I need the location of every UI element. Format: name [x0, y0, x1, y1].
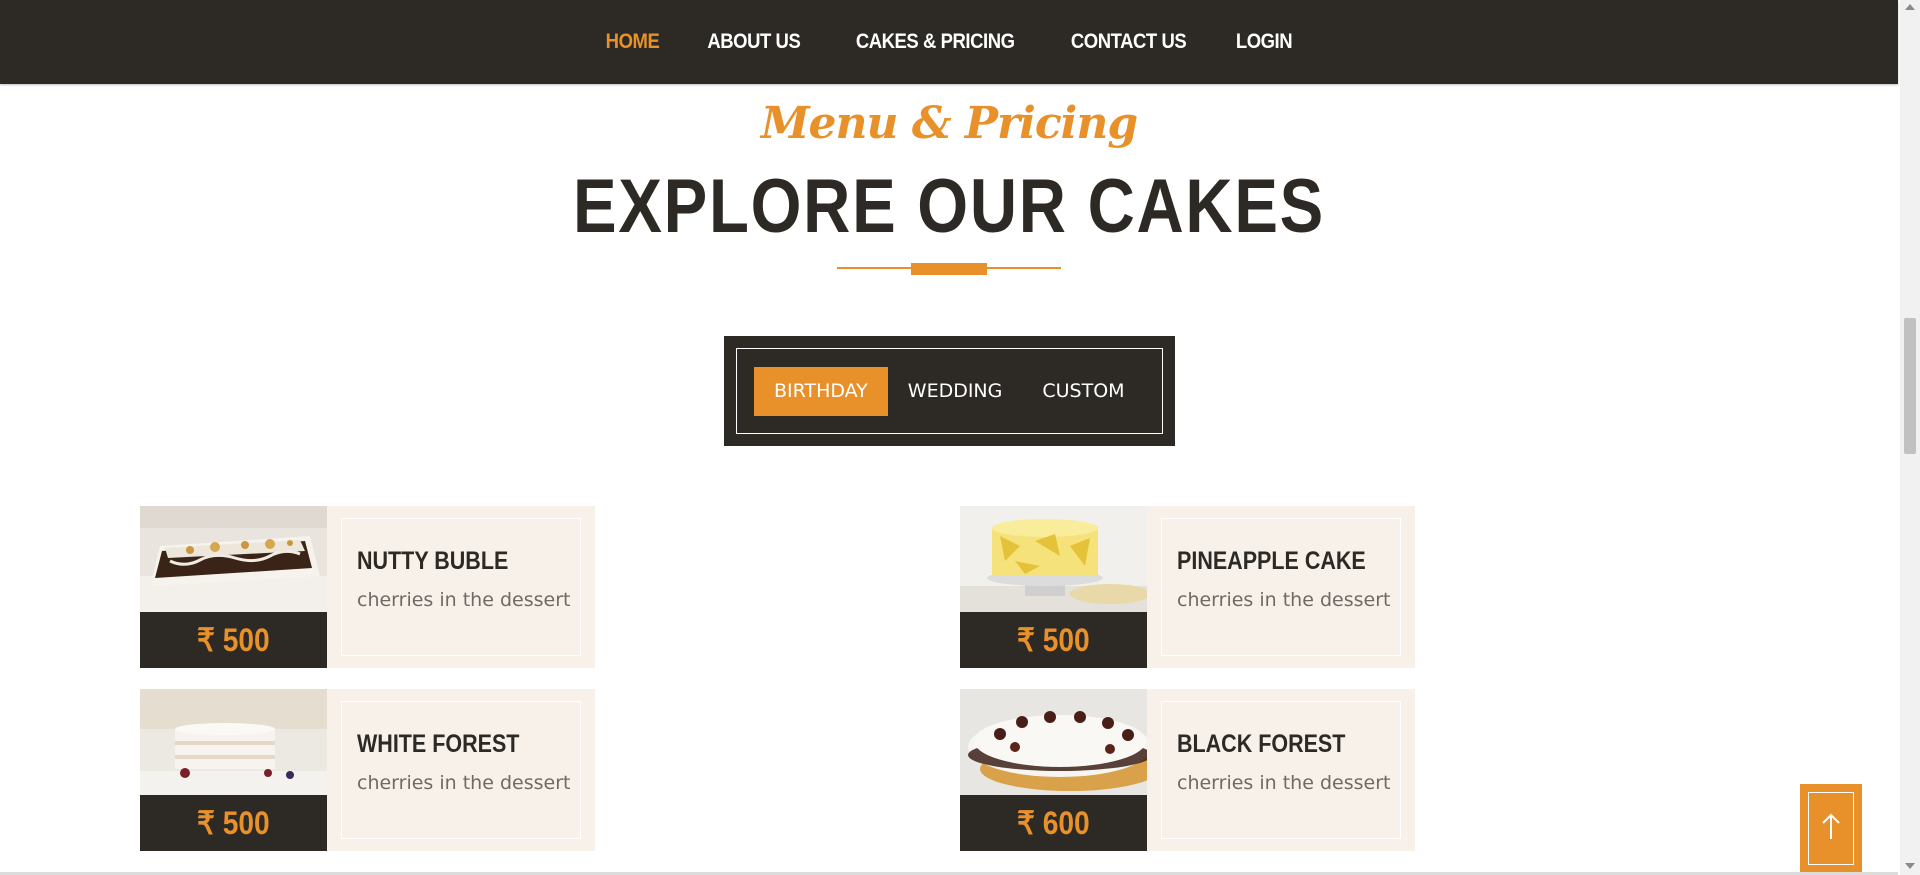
nav-item-home[interactable]: HOME: [606, 30, 660, 54]
cake-info: BLACK FOREST cherries in the dessert: [1161, 701, 1401, 839]
cake-card-black-forest[interactable]: ₹ 600 BLACK FOREST cherries in the desse…: [960, 689, 1415, 851]
cake-name: WHITE FOREST: [357, 730, 520, 758]
arrow-up-icon: [1821, 811, 1841, 846]
section-subtitle: Menu & Pricing: [760, 98, 1138, 149]
cake-info: PINEAPPLE CAKE cherries in the dessert: [1161, 518, 1401, 656]
nav-item-about-us[interactable]: ABOUT US: [707, 30, 800, 54]
category-tabs-frame: BIRTHDAY WEDDING CUSTOM: [736, 348, 1163, 434]
nav-item-login[interactable]: LOGIN: [1236, 30, 1293, 54]
price-box: ₹ 500: [140, 795, 327, 851]
cake-name: PINEAPPLE CAKE: [1177, 547, 1366, 575]
back-to-top-frame: [1808, 792, 1854, 865]
cake-card-pineapple-cake[interactable]: ₹ 500 PINEAPPLE CAKE cherries in the des…: [960, 506, 1415, 668]
white-forest-cake-photo: [140, 689, 327, 795]
cake-info: WHITE FOREST cherries in the dessert: [341, 701, 581, 839]
cake-price: ₹ 500: [1017, 622, 1090, 658]
nav-item-cakes-pricing[interactable]: CAKES & PRICING: [855, 30, 1014, 54]
main-navbar: HOME ABOUT US CAKES & PRICING CONTACT US…: [0, 0, 1898, 84]
cake-description: cherries in the dessert: [1177, 772, 1391, 794]
category-tabs: BIRTHDAY WEDDING CUSTOM: [724, 336, 1175, 446]
scroll-down-icon[interactable]: [1905, 863, 1915, 869]
chocolate-cake-slice-photo: [140, 506, 327, 612]
pineapple-cake-photo: [960, 506, 1147, 612]
cake-card-nutty-buble[interactable]: ₹ 500 NUTTY BUBLE cherries in the desser…: [140, 506, 595, 668]
scrollbar-thumb[interactable]: [1904, 318, 1916, 454]
cake-description: cherries in the dessert: [357, 589, 571, 611]
cake-info: NUTTY BUBLE cherries in the dessert: [341, 518, 581, 656]
cake-name: BLACK FOREST: [1177, 730, 1346, 758]
nav-item-contact-us[interactable]: CONTACT US: [1071, 30, 1187, 54]
back-to-top-button[interactable]: [1800, 784, 1862, 873]
price-box: ₹ 600: [960, 795, 1147, 851]
cake-price: ₹ 500: [197, 622, 270, 658]
price-box: ₹ 500: [960, 612, 1147, 668]
cake-card-white-forest[interactable]: ₹ 500 WHITE FOREST cherries in the desse…: [140, 689, 595, 851]
price-box: ₹ 500: [140, 612, 327, 668]
tab-wedding[interactable]: WEDDING: [888, 367, 1023, 416]
vertical-scrollbar[interactable]: [1900, 0, 1920, 875]
scroll-up-icon[interactable]: [1905, 4, 1915, 10]
tab-birthday[interactable]: BIRTHDAY: [754, 366, 888, 416]
section-title: EXPLORE OUR CAKES: [573, 164, 1325, 249]
black-forest-cake-photo: [960, 689, 1147, 795]
cake-price: ₹ 500: [197, 805, 270, 841]
cake-description: cherries in the dessert: [1177, 589, 1391, 611]
cake-description: cherries in the dessert: [357, 772, 571, 794]
tab-custom[interactable]: CUSTOM: [1022, 367, 1144, 416]
cake-name: NUTTY BUBLE: [357, 547, 509, 575]
title-divider-accent: [911, 263, 987, 275]
cake-price: ₹ 600: [1017, 805, 1090, 841]
